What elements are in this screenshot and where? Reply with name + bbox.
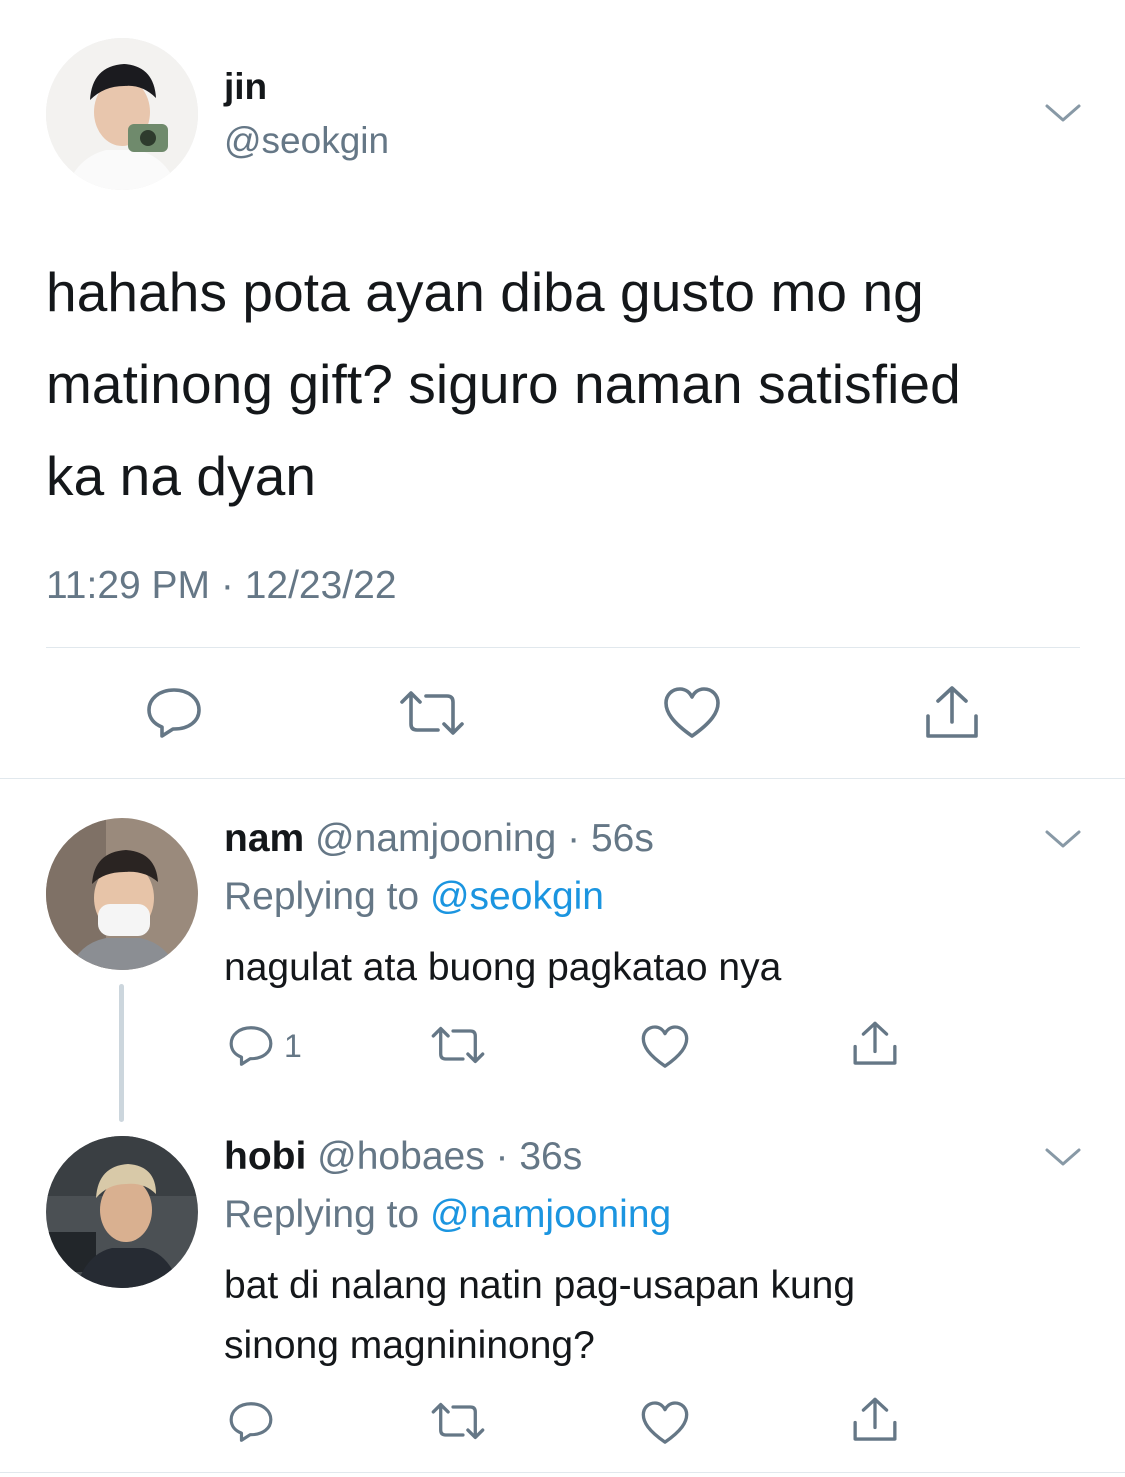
reply-button[interactable]: [228, 1400, 274, 1444]
reply-header: hobi @hobaes · 36s: [224, 1133, 582, 1181]
share-button[interactable]: [850, 1020, 900, 1068]
heart-icon: [641, 1401, 689, 1444]
like-button[interactable]: [640, 1400, 690, 1446]
reply-author-name[interactable]: hobi: [224, 1135, 306, 1178]
replying-to-handle[interactable]: @seokgin: [430, 875, 604, 918]
author-handle: @seokgin: [224, 120, 390, 161]
share-button[interactable]: [850, 1396, 900, 1444]
reply-time: · 56s: [567, 817, 654, 860]
replying-to: Replying to @seokgin: [224, 873, 604, 921]
tweet-text-line: ka na dyan: [46, 445, 317, 507]
retweet-button[interactable]: [430, 1402, 486, 1440]
speech-bubble-icon: [147, 688, 201, 738]
reply-text-line: nagulat ata buong pagkatao nya: [224, 946, 782, 989]
chevron-down-icon[interactable]: [1043, 100, 1083, 124]
reply-time: · 36s: [495, 1135, 583, 1178]
tweet-text: hahahs pota ayan diba gusto mo ng matino…: [46, 246, 961, 522]
reply-author-handle[interactable]: @namjooning: [315, 817, 556, 860]
retweet-icon: [431, 1026, 485, 1064]
author-name: jin: [224, 66, 268, 107]
reply-author-handle[interactable]: @hobaes: [317, 1135, 485, 1178]
tweet-text-line: hahahs pota ayan diba gusto mo ng: [46, 261, 924, 323]
retweet-button[interactable]: [398, 690, 466, 736]
heart-icon: [664, 687, 720, 738]
divider: [0, 1472, 1125, 1473]
replying-to-handle[interactable]: @namjooning: [430, 1193, 671, 1236]
avatar-nam[interactable]: [46, 818, 198, 970]
thread-line: [119, 984, 124, 1122]
like-button[interactable]: [662, 686, 722, 740]
replying-to-label: Replying to: [224, 875, 420, 918]
like-button[interactable]: [640, 1024, 690, 1070]
reply-text: bat di nalang natin pag-usapan kung sino…: [224, 1256, 855, 1376]
avatar-jin[interactable]: [46, 38, 198, 190]
reply-button[interactable]: [145, 686, 203, 740]
replying-to-label: Replying to: [224, 1193, 420, 1236]
share-upload-icon: [853, 1397, 897, 1441]
replying-to: Replying to @namjooning: [224, 1191, 671, 1239]
speech-bubble-icon: [229, 1402, 273, 1442]
share-upload-icon: [853, 1021, 897, 1065]
tweet-text-line: matinong gift? siguro naman satisfied: [46, 353, 961, 415]
chevron-down-icon[interactable]: [1043, 826, 1083, 850]
retweet-icon: [431, 1402, 485, 1440]
reply-text-line: sinong magnininong?: [224, 1324, 595, 1367]
reply-header: nam @namjooning · 56s: [224, 815, 654, 863]
reply-text-line: bat di nalang natin pag-usapan kung: [224, 1264, 856, 1307]
reply-author-name[interactable]: nam: [224, 817, 304, 860]
chevron-down-icon[interactable]: [1043, 1144, 1083, 1168]
retweet-button[interactable]: [430, 1026, 486, 1064]
reply-text: nagulat ata buong pagkatao nya: [224, 938, 781, 998]
share-upload-icon: [926, 686, 978, 738]
divider: [46, 647, 1080, 648]
reply-button[interactable]: [228, 1024, 274, 1068]
avatar-hobi[interactable]: [46, 1136, 198, 1288]
heart-icon: [641, 1025, 689, 1068]
reply-count: 1: [284, 1028, 302, 1064]
retweet-icon: [400, 691, 464, 735]
divider: [0, 778, 1125, 779]
share-button[interactable]: [922, 684, 982, 742]
speech-bubble-icon: [229, 1026, 273, 1066]
tweet-timestamp[interactable]: 11:29 PM · 12/23/22: [46, 562, 397, 610]
